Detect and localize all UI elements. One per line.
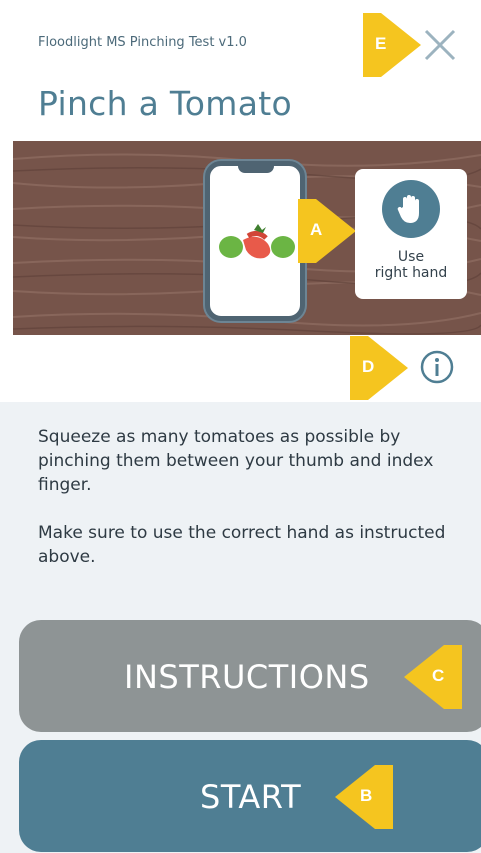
marker-a: A [298,199,358,263]
hand-badge [382,180,440,238]
task-illustration: A Use right hand [13,141,481,335]
instructions-label: INSTRUCTIONS [124,658,370,696]
hand-instruction-line2: right hand [374,265,448,281]
start-label: START [200,778,302,816]
page-title: Pinch a Tomato [38,84,292,123]
hand-instruction-card: Use right hand [355,169,467,299]
marker-e: E [363,13,423,77]
hand-icon [397,195,419,223]
tomato-illustration [219,224,295,259]
app-title: Floodlight MS Pinching Test v1.0 [38,35,247,50]
info-icon [420,350,454,384]
hand-instruction-line1: Use [397,249,425,265]
marker-b: B [333,765,393,829]
info-button[interactable] [420,350,454,384]
description-paragraph-1: Squeeze as many tomatoes as possible by … [38,427,434,495]
description-paragraph-2: Make sure to use the correct hand as ins… [38,523,446,567]
phone-illustration [205,161,305,321]
description: Squeeze as many tomatoes as possible by … [38,425,458,593]
close-button[interactable] [420,25,460,65]
marker-c: C [402,645,462,709]
start-button[interactable]: START [19,740,481,852]
close-icon [424,29,456,61]
marker-d: D [350,336,410,400]
